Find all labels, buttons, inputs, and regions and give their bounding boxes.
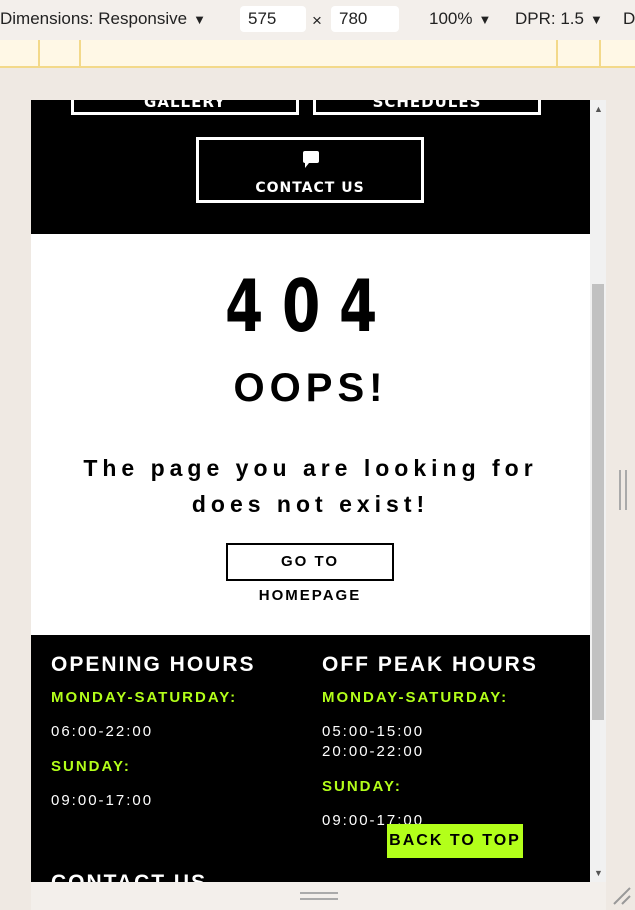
off-peak-hours-column: OFF PEAK HOURS MONDAY-SATURDAY: 05:00-15… bbox=[322, 653, 572, 847]
width-resize-handle[interactable] bbox=[619, 470, 627, 510]
schedules-label: SCHEDULES bbox=[372, 100, 482, 111]
chevron-down-icon: ▼ bbox=[589, 12, 603, 27]
media-query-bar[interactable] bbox=[0, 40, 635, 68]
media-query-segment[interactable] bbox=[40, 40, 81, 66]
devtools-toolbar: Dimensions: Responsive ▼ 575 × 780 100% ▼ … bbox=[0, 0, 635, 40]
contact-us-button[interactable]: CONTACT US bbox=[196, 137, 424, 203]
weekday-time-1: 05:00-15:00 bbox=[322, 723, 425, 740]
go-to-homepage-button[interactable]: GO TO HOMEPAGE bbox=[226, 543, 394, 604]
page-viewport: GALLERY SCHEDULES CONTACT US 404 OOPS! T… bbox=[31, 100, 590, 882]
zoom-label: 100% bbox=[429, 9, 473, 28]
weekday-time-2: 20:00-22:00 bbox=[322, 743, 425, 760]
gallery-label: GALLERY bbox=[144, 100, 226, 111]
chat-bubble-icon bbox=[303, 151, 319, 168]
site-header: GALLERY SCHEDULES CONTACT US bbox=[31, 100, 590, 234]
dpr-dropdown[interactable]: DPR: 1.5 ▼ bbox=[515, 9, 603, 29]
scrollbar-thumb[interactable] bbox=[592, 284, 604, 720]
opening-hours-column: OPENING HOURS MONDAY-SATURDAY: 06:00-22:… bbox=[51, 653, 301, 827]
scroll-down-icon[interactable]: ▼ bbox=[594, 868, 603, 878]
media-query-segment[interactable] bbox=[0, 40, 40, 66]
scroll-up-icon[interactable]: ▲ bbox=[594, 104, 603, 114]
zoom-dropdown[interactable]: 100% ▼ bbox=[429, 9, 491, 29]
weekday-label: MONDAY-SATURDAY: bbox=[51, 689, 238, 706]
more-options[interactable]: D bbox=[623, 9, 635, 29]
width-input[interactable]: 575 bbox=[240, 6, 306, 32]
vertical-scrollbar[interactable]: ▲ ▼ bbox=[590, 100, 606, 882]
contact-us-heading: CONTACT US bbox=[51, 871, 207, 882]
error-section: 404 OOPS! The page you are looking for d… bbox=[31, 234, 590, 635]
opening-hours-title: OPENING HOURS bbox=[51, 653, 256, 676]
chevron-down-icon: ▼ bbox=[193, 12, 206, 27]
error-title: OOPS! bbox=[233, 366, 388, 410]
schedules-button[interactable]: SCHEDULES bbox=[313, 100, 541, 115]
sunday-label: SUNDAY: bbox=[51, 758, 131, 775]
error-message: The page you are looking for does not ex… bbox=[83, 455, 538, 517]
corner-resize-icon[interactable] bbox=[612, 886, 632, 906]
weekday-time: 06:00-22:00 bbox=[51, 723, 154, 740]
weekday-label: MONDAY-SATURDAY: bbox=[322, 689, 509, 706]
chevron-down-icon: ▼ bbox=[478, 12, 492, 27]
times-symbol: × bbox=[312, 11, 322, 30]
dimensions-label: Dimensions: Responsive bbox=[0, 9, 188, 28]
height-input[interactable]: 780 bbox=[331, 6, 399, 32]
media-query-segment[interactable] bbox=[556, 40, 601, 66]
error-code: 404 bbox=[224, 264, 397, 348]
back-to-top-button[interactable]: BACK TO TOP bbox=[387, 824, 523, 858]
height-resize-handle[interactable] bbox=[300, 892, 338, 900]
off-peak-title: OFF PEAK HOURS bbox=[322, 653, 538, 676]
gallery-button[interactable]: GALLERY bbox=[71, 100, 299, 115]
contact-us-label: CONTACT US bbox=[255, 180, 365, 196]
sunday-time: 09:00-17:00 bbox=[51, 792, 154, 809]
sunday-label: SUNDAY: bbox=[322, 778, 402, 795]
dimensions-dropdown[interactable]: Dimensions: Responsive ▼ bbox=[0, 9, 206, 29]
dpr-label: DPR: 1.5 bbox=[515, 9, 584, 28]
